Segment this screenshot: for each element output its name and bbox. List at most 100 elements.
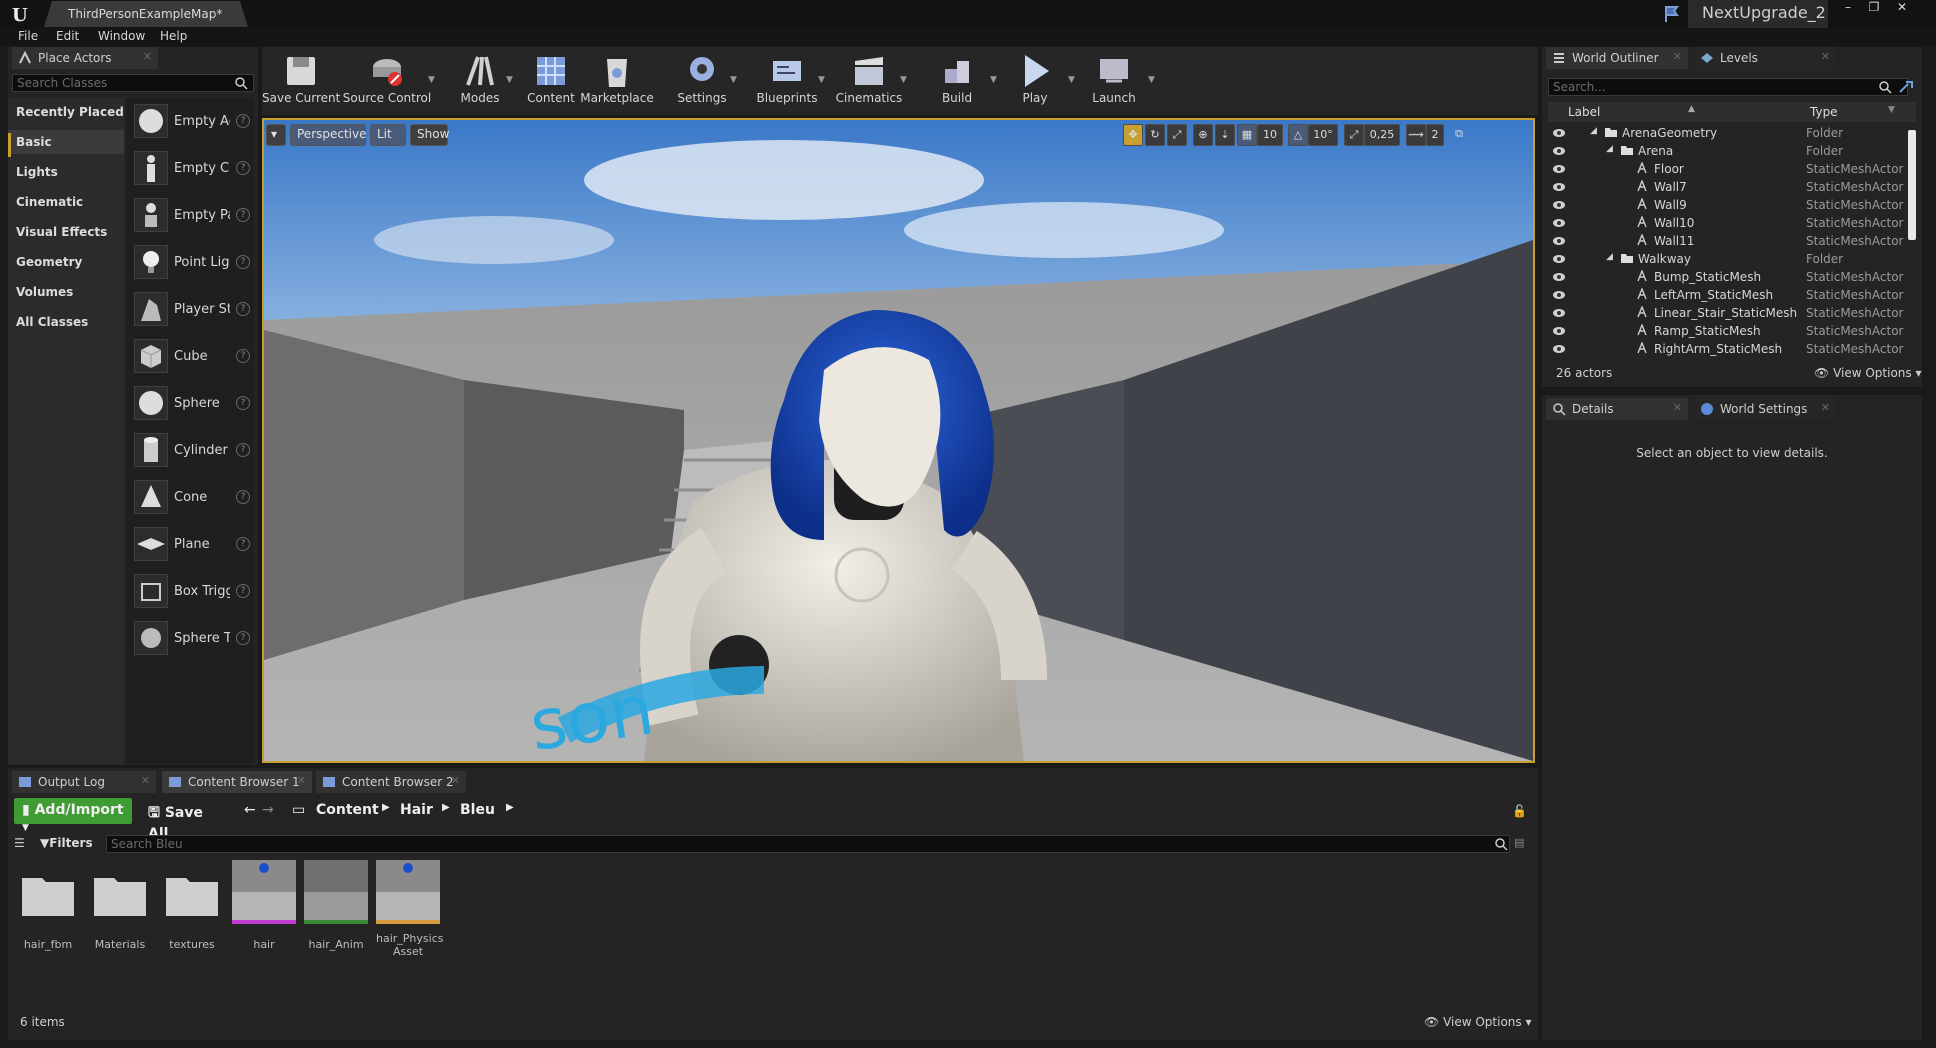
asset-tile[interactable]: hair_Physics Asset <box>376 860 443 958</box>
asset-tile[interactable]: hair_Anim <box>304 860 368 951</box>
settings-button[interactable]: Settings ▼ <box>668 47 737 115</box>
close-icon[interactable]: ✕ <box>1821 50 1830 63</box>
visibility-eye-icon[interactable] <box>1552 128 1566 138</box>
chevron-down-icon[interactable]: ▼ <box>428 75 435 85</box>
cinematics-button[interactable]: Cinematics ▼ <box>832 47 907 115</box>
asset-tile[interactable]: textures <box>160 860 224 951</box>
chevron-down-icon[interactable]: ▼ <box>990 75 997 85</box>
visibility-eye-icon[interactable] <box>1552 344 1566 354</box>
visibility-eye-icon[interactable] <box>1552 146 1566 156</box>
content-view-options[interactable]: 👁 View Options ▾ <box>1424 1015 1532 1029</box>
menu-edit[interactable]: Edit <box>56 29 79 43</box>
visibility-eye-icon[interactable] <box>1552 290 1566 300</box>
column-label[interactable]: Label <box>1568 105 1600 119</box>
visibility-eye-icon[interactable] <box>1552 182 1566 192</box>
filters-button[interactable]: ▼Filters <box>40 836 102 852</box>
outliner-row[interactable]: Wall11 StaticMeshActor <box>1548 232 1908 250</box>
launch-button[interactable]: Launch ▼ <box>1084 47 1155 115</box>
menu-window[interactable]: Window <box>98 29 145 43</box>
chevron-down-icon[interactable]: ▼ <box>818 75 825 85</box>
breadcrumb-hair[interactable]: Hair <box>392 798 436 824</box>
maximize-button[interactable]: ❐ <box>1862 0 1886 16</box>
outliner-row[interactable]: Linear_Stair_StaticMesh StaticMeshActor <box>1548 304 1908 322</box>
visibility-eye-icon[interactable] <box>1552 164 1566 174</box>
help-icon[interactable]: ? <box>236 537 250 551</box>
unreal-logo-icon[interactable]: U <box>8 2 32 26</box>
outliner-row[interactable]: Ramp_StaticMesh StaticMeshActor <box>1548 322 1908 340</box>
chevron-down-icon[interactable]: ▼ <box>506 75 513 85</box>
close-icon[interactable]: ✕ <box>1673 401 1682 414</box>
build-button[interactable]: Build ▼ <box>930 47 997 115</box>
help-icon[interactable]: ? <box>236 396 250 410</box>
outliner-row[interactable]: Wall7 StaticMeshActor <box>1548 178 1908 196</box>
close-icon[interactable]: ✕ <box>451 774 460 787</box>
flag-icon[interactable] <box>1662 4 1682 24</box>
outliner-row[interactable]: Wall10 StaticMeshActor <box>1548 214 1908 232</box>
tab-content-browser-1[interactable]: Content Browser 1 ✕ <box>162 771 312 793</box>
expand-arrow-icon[interactable]: ◢ <box>1590 126 1597 136</box>
asset-search-input[interactable]: Search Bleu <box>106 835 1510 853</box>
tab-world-settings[interactable]: World Settings ✕ <box>1694 398 1836 420</box>
close-icon[interactable]: ✕ <box>1673 50 1682 63</box>
tab-details[interactable]: Details ✕ <box>1546 398 1688 420</box>
save-all-button[interactable]: 🖫 Save All <box>140 798 236 842</box>
play-button[interactable]: Play ▼ <box>1008 47 1075 115</box>
outliner-row[interactable]: ◢ Walkway Folder <box>1548 250 1908 268</box>
visibility-eye-icon[interactable] <box>1552 326 1566 336</box>
tab-output-log[interactable]: Output Log ✕ <box>12 771 156 793</box>
asset-tile[interactable]: hair <box>232 860 296 951</box>
search-classes-input[interactable]: Search Classes <box>12 74 254 92</box>
chevron-down-icon[interactable]: ▼ <box>730 75 737 85</box>
expand-arrow-icon[interactable]: ◢ <box>1606 144 1613 154</box>
actor-item[interactable]: Sphere T? <box>126 617 254 661</box>
outliner-settings-icon[interactable] <box>1898 80 1914 94</box>
tab-place-actors[interactable]: Place Actors ✕ <box>12 47 158 69</box>
outliner-view-options[interactable]: 👁 View Options ▾ <box>1814 366 1922 380</box>
marketplace-button[interactable]: Marketplace <box>580 47 654 115</box>
close-icon[interactable]: ✕ <box>143 50 152 63</box>
close-icon[interactable]: ✕ <box>297 774 306 787</box>
help-icon[interactable]: ? <box>236 490 250 504</box>
content-button[interactable]: Content <box>524 47 578 115</box>
save-current-button[interactable]: Save Current <box>262 47 340 115</box>
add-import-button[interactable]: ▮ Add/Import ▼ <box>14 798 132 833</box>
outliner-row[interactable]: RightArm_StaticMesh StaticMeshActor <box>1548 340 1908 358</box>
lock-icon[interactable]: 🔓 <box>1512 804 1528 818</box>
breadcrumb-content[interactable]: Content <box>308 798 382 824</box>
blueprints-button[interactable]: Blueprints ▼ <box>750 47 825 115</box>
outliner-row[interactable]: Wall9 StaticMeshActor <box>1548 196 1908 214</box>
outliner-row[interactable]: LeftArm_StaticMesh StaticMeshActor <box>1548 286 1908 304</box>
outliner-scrollbar[interactable] <box>1908 130 1916 240</box>
breadcrumb-bleu[interactable]: Bleu <box>452 798 498 824</box>
forward-arrow-icon[interactable]: → <box>254 798 276 824</box>
outliner-row[interactable]: ◢ Arena Folder <box>1548 142 1908 160</box>
visibility-eye-icon[interactable] <box>1552 200 1566 210</box>
minimize-button[interactable]: – <box>1836 0 1860 16</box>
outliner-row[interactable]: Floor StaticMeshActor <box>1548 160 1908 178</box>
chevron-down-icon[interactable]: ▼ <box>1148 75 1155 85</box>
chevron-down-icon[interactable]: ▼ <box>1888 105 1895 115</box>
save-search-icon[interactable]: ▤ <box>1514 836 1528 850</box>
tab-world-outliner[interactable]: World Outliner ✕ <box>1546 47 1688 69</box>
category-recently-placed[interactable]: Recently Placed <box>8 100 124 124</box>
asset-tile[interactable]: hair_fbm <box>16 860 80 951</box>
visibility-eye-icon[interactable] <box>1552 308 1566 318</box>
visibility-eye-icon[interactable] <box>1552 218 1566 228</box>
breadcrumb-separator-icon[interactable]: ▶ <box>498 798 516 824</box>
visibility-eye-icon[interactable] <box>1552 254 1566 264</box>
actor-item[interactable]: Cylinder? <box>126 429 254 473</box>
actor-item[interactable]: Box Trigg? <box>126 570 254 614</box>
outliner-row[interactable]: ◢ ArenaGeometry Folder <box>1548 124 1908 142</box>
tab-content-browser-2[interactable]: Content Browser 2 ✕ <box>316 771 466 793</box>
actor-item[interactable]: Cone? <box>126 476 254 520</box>
visibility-eye-icon[interactable] <box>1552 236 1566 246</box>
help-icon[interactable]: ? <box>236 443 250 457</box>
modes-button[interactable]: Modes ▼ <box>448 47 513 115</box>
close-icon[interactable]: ✕ <box>141 774 150 787</box>
close-icon[interactable]: ✕ <box>1821 401 1830 414</box>
visibility-eye-icon[interactable] <box>1552 272 1566 282</box>
column-type[interactable]: Type <box>1810 105 1838 119</box>
chevron-down-icon[interactable]: ▼ <box>1068 75 1075 85</box>
tab-levels[interactable]: Levels ✕ <box>1694 47 1836 69</box>
asset-tile[interactable]: Materials <box>88 860 152 951</box>
